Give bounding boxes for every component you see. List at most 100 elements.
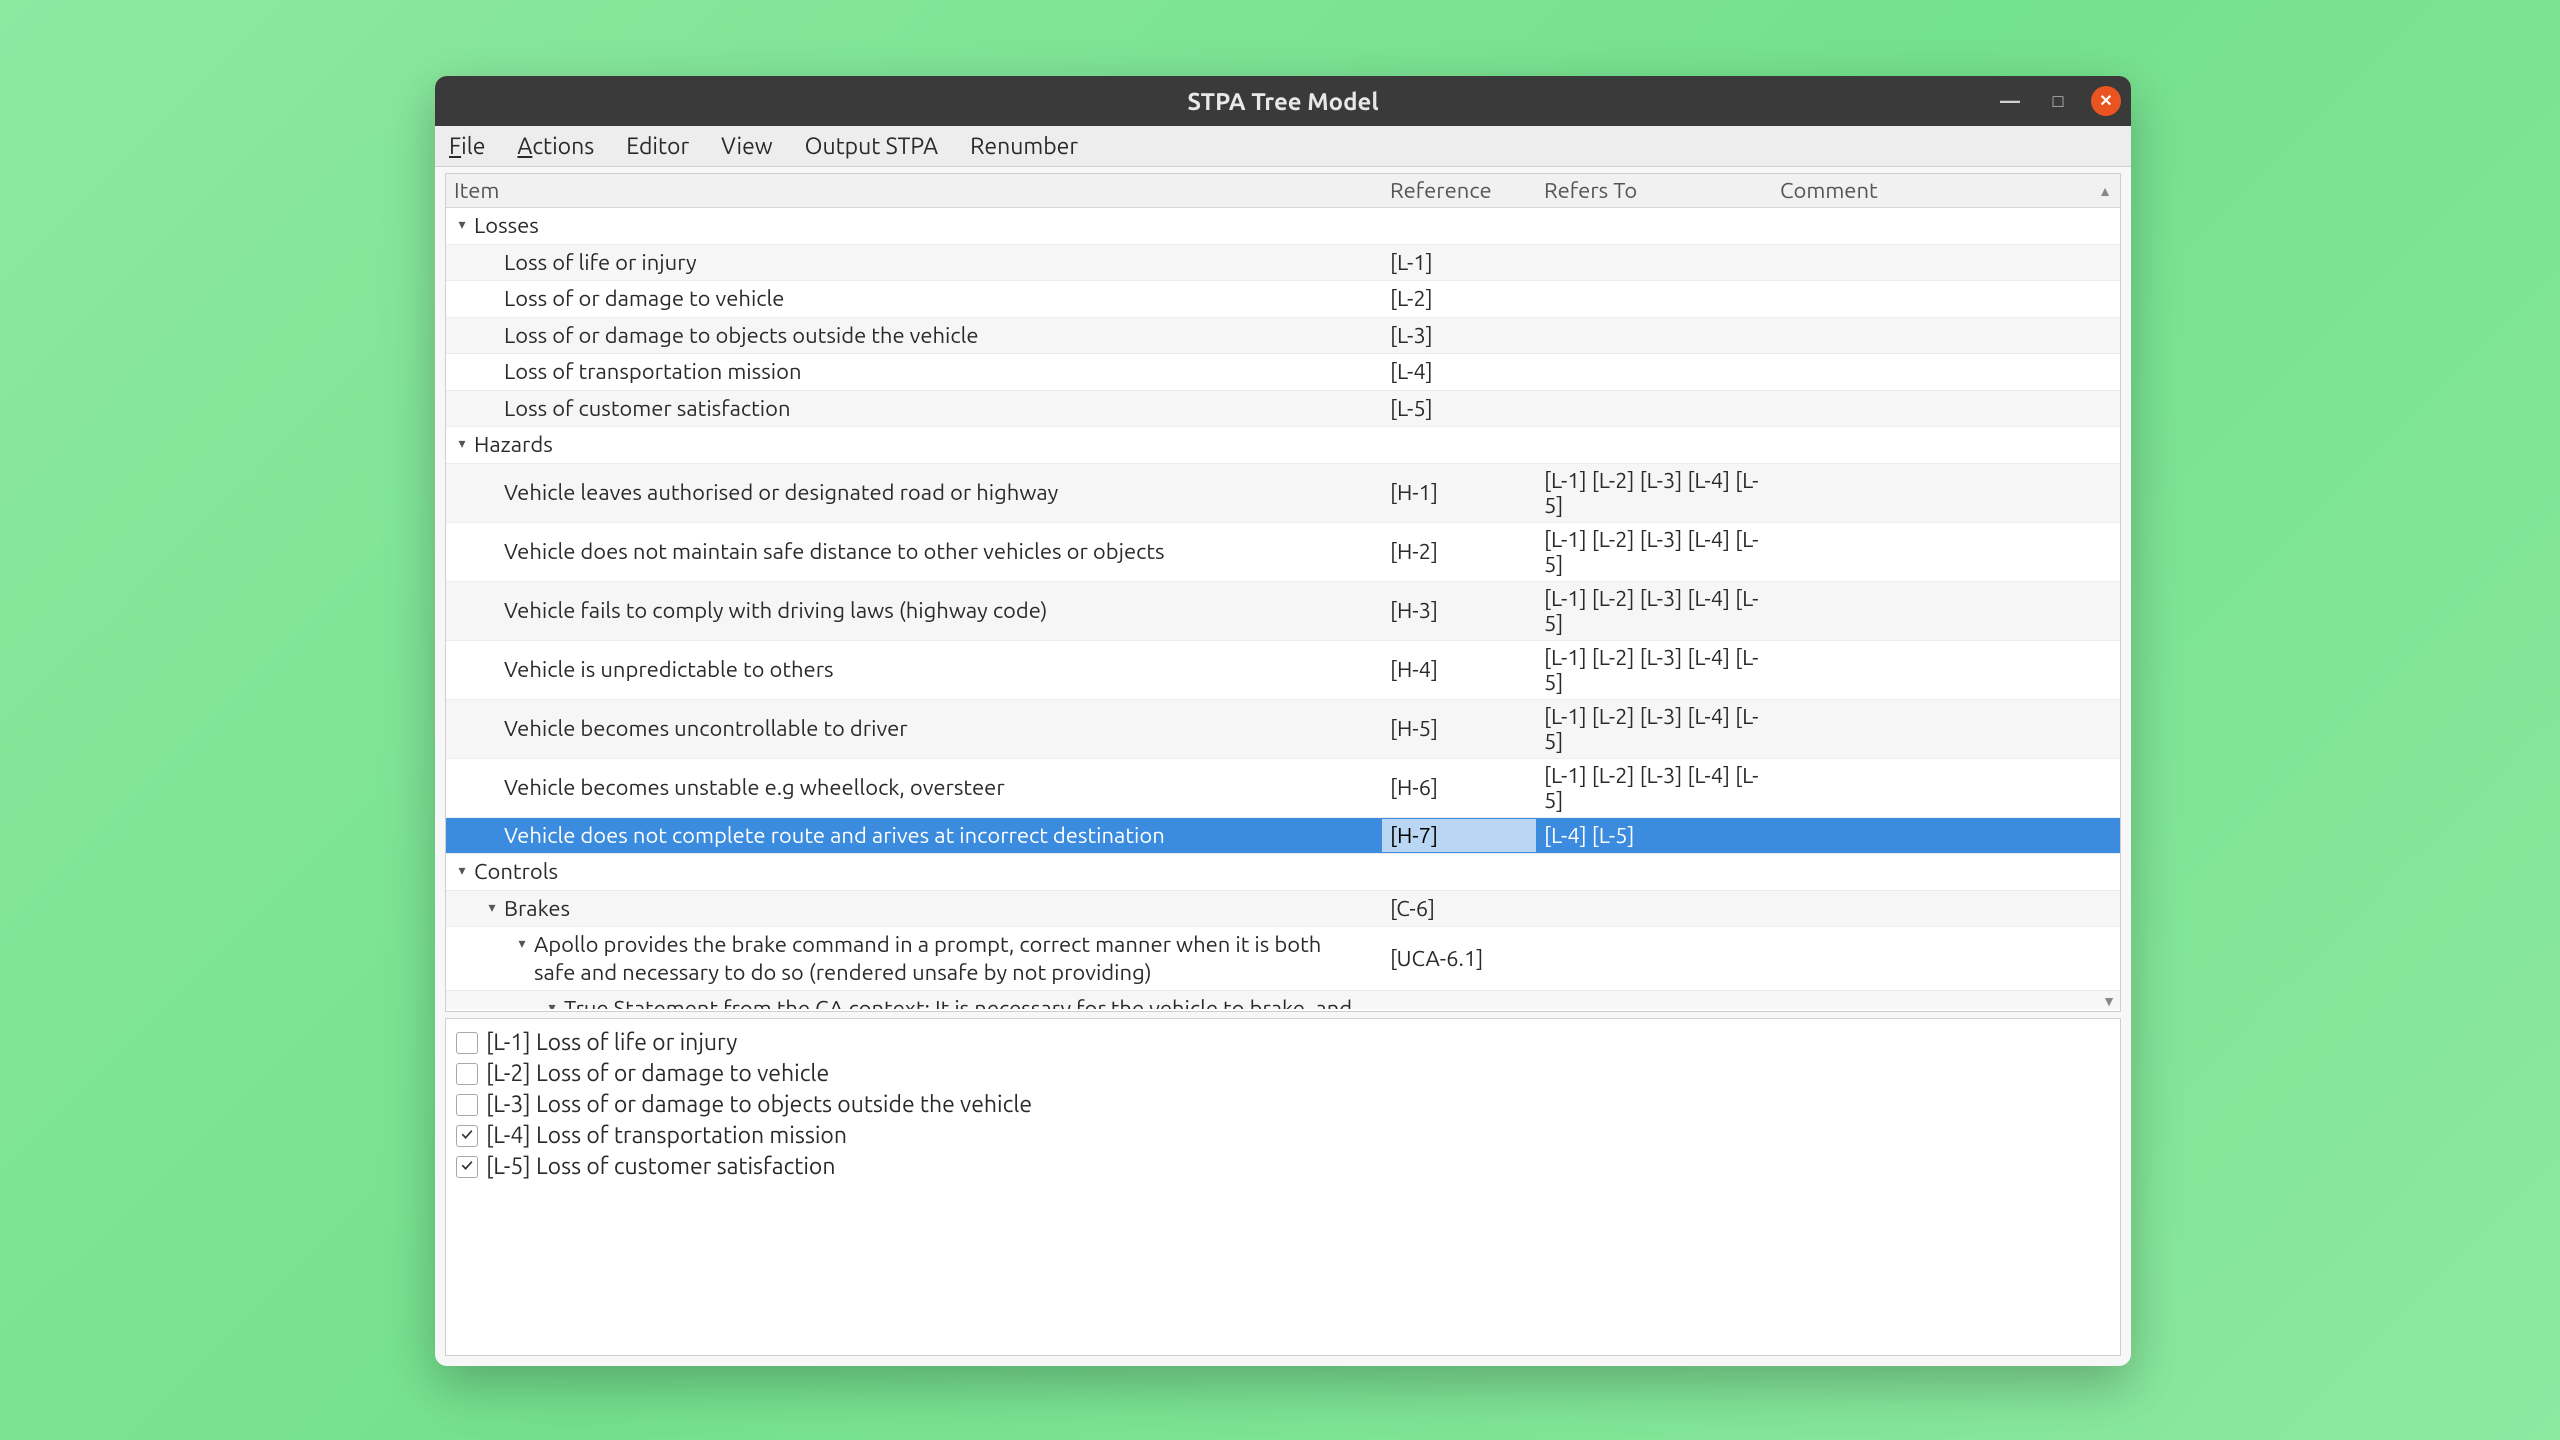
table-row[interactable]: Vehicle fails to comply with driving law… (446, 582, 2120, 641)
expander-down-icon[interactable]: ▾ (454, 862, 470, 880)
item-text: Losses (474, 212, 1374, 240)
table-row[interactable]: ▾Hazards (446, 427, 2120, 464)
loss-check-item[interactable]: [L-4] Loss of transportation mission (456, 1120, 2110, 1151)
menu-output-stpa[interactable]: Output STPA (801, 132, 942, 161)
item-text: Loss of life or injury (504, 249, 1374, 277)
table-row[interactable]: ▾Losses (446, 208, 2120, 245)
refers-to-cell: [L-1] [L-2] [L-3] [L-4] [L-5] (1536, 641, 1772, 699)
table-row[interactable]: Vehicle leaves authorised or designated … (446, 464, 2120, 523)
reference-cell: [TRUE-5] (1382, 1006, 1536, 1009)
loss-check-label: [L-5] Loss of customer satisfaction (486, 1151, 836, 1182)
item-cell: Vehicle fails to comply with driving law… (446, 593, 1382, 629)
item-cell: Loss of customer satisfaction (446, 391, 1382, 427)
table-body[interactable]: ▾LossesLoss of life or injury[L-1]Loss o… (446, 208, 2120, 1009)
refers-to-cell (1536, 904, 1772, 912)
comment-cell (1772, 955, 2090, 963)
comment-cell (1772, 831, 2090, 839)
checkbox[interactable] (456, 1063, 478, 1085)
checkbox[interactable] (456, 1125, 478, 1147)
titlebar[interactable]: STPA Tree Model (435, 76, 2131, 126)
expander-down-icon[interactable]: ▾ (484, 899, 500, 917)
expander-down-icon[interactable]: ▾ (454, 435, 470, 453)
item-text: Vehicle does not maintain safe distance … (504, 538, 1374, 566)
menu-renumber[interactable]: Renumber (966, 132, 1082, 161)
comment-cell (1772, 222, 2090, 230)
comment-cell (1772, 258, 2090, 266)
table-row[interactable]: Vehicle does not maintain safe distance … (446, 523, 2120, 582)
table-row[interactable]: ▾True Statement from the CA context: It … (446, 991, 2120, 1009)
table-row[interactable]: Loss of customer satisfaction[L-5] (446, 391, 2120, 428)
comment-cell (1772, 295, 2090, 303)
refers-to-cell (1536, 331, 1772, 339)
table-row[interactable]: Loss of or damage to vehicle[L-2] (446, 281, 2120, 318)
table-header: Item Reference Refers To Comment ▲ (446, 174, 2120, 208)
menu-editor[interactable]: Editor (622, 132, 693, 161)
expander-down-icon[interactable]: ▾ (514, 935, 530, 953)
refers-to-cell (1536, 404, 1772, 412)
refers-to-cell: [L-1] [L-2] [L-3] [L-4] [L-5] (1536, 464, 1772, 522)
loss-check-item[interactable]: [L-5] Loss of customer satisfaction (456, 1151, 2110, 1182)
table-row[interactable]: ▾Controls (446, 854, 2120, 891)
reference-cell: [H-5] (1382, 712, 1536, 745)
reference-cell: [H-7] (1382, 819, 1536, 852)
item-cell: Vehicle leaves authorised or designated … (446, 475, 1382, 511)
column-reference[interactable]: Reference (1382, 174, 1536, 207)
loss-check-item[interactable]: [L-3] Loss of or damage to objects outsi… (456, 1089, 2110, 1120)
item-text: Vehicle is unpredictable to others (504, 656, 1374, 684)
loss-checklist-pane: [L-1] Loss of life or injury[L-2] Loss o… (445, 1018, 2121, 1356)
table-row[interactable]: ▾Brakes[C-6] (446, 891, 2120, 928)
table-row[interactable]: Loss of life or injury[L-1] (446, 245, 2120, 282)
item-cell: Vehicle becomes unstable e.g wheellock, … (446, 770, 1382, 806)
loss-check-label: [L-2] Loss of or damage to vehicle (486, 1058, 829, 1089)
scrollbar-up-icon[interactable]: ▲ (2090, 183, 2120, 199)
item-text: Loss of or damage to vehicle (504, 285, 1374, 313)
reference-cell: [L-4] (1382, 355, 1536, 388)
loss-check-item[interactable]: [L-2] Loss of or damage to vehicle (456, 1058, 2110, 1089)
maximize-button[interactable] (2043, 86, 2073, 116)
window-controls (1995, 76, 2121, 126)
comment-cell (1772, 868, 2090, 876)
scrollbar-down-icon[interactable]: ▼ (2102, 993, 2116, 1009)
item-text: Loss of customer satisfaction (504, 395, 1374, 423)
reference-cell (1382, 222, 1536, 230)
column-comment[interactable]: Comment (1772, 174, 2090, 207)
minimize-button[interactable] (1995, 86, 2025, 116)
table-row[interactable]: Vehicle becomes uncontrollable to driver… (446, 700, 2120, 759)
expander-down-icon[interactable]: ▾ (544, 999, 560, 1009)
column-item[interactable]: Item (446, 174, 1382, 207)
table-row[interactable]: Vehicle becomes unstable e.g wheellock, … (446, 759, 2120, 818)
table-row[interactable]: ▾Apollo provides the brake command in a … (446, 927, 2120, 991)
refers-to-cell: [L-1] [L-2] [L-3] [L-4] [L-5] (1536, 759, 1772, 817)
reference-cell (1382, 441, 1536, 449)
item-text: Controls (474, 858, 1374, 886)
table-row[interactable]: Vehicle is unpredictable to others[H-4][… (446, 641, 2120, 700)
menu-view[interactable]: View (717, 132, 776, 161)
refers-to-cell: [L-1] [L-2] [L-3] [L-4] [L-5] (1536, 700, 1772, 758)
checkbox[interactable] (456, 1032, 478, 1054)
loss-check-item[interactable]: [L-1] Loss of life or injury (456, 1027, 2110, 1058)
table-row[interactable]: Loss of or damage to objects outside the… (446, 318, 2120, 355)
checkbox[interactable] (456, 1156, 478, 1178)
comment-cell (1772, 331, 2090, 339)
loss-check-label: [L-4] Loss of transportation mission (486, 1120, 847, 1151)
comment-cell (1772, 404, 2090, 412)
checkbox[interactable] (456, 1094, 478, 1116)
close-button[interactable] (2091, 86, 2121, 116)
item-text: Vehicle becomes uncontrollable to driver (504, 715, 1374, 743)
expander-down-icon[interactable]: ▾ (454, 216, 470, 234)
table-row[interactable]: Vehicle does not complete route and ariv… (446, 818, 2120, 855)
table-row[interactable]: Loss of transportation mission [L-4] (446, 354, 2120, 391)
menu-file[interactable]: File (445, 132, 489, 161)
refers-to-cell (1536, 222, 1772, 230)
comment-cell (1772, 725, 2090, 733)
loss-check-label: [L-1] Loss of life or injury (486, 1027, 737, 1058)
refers-to-cell (1536, 295, 1772, 303)
column-refers-to[interactable]: Refers To (1536, 174, 1772, 207)
item-text: Loss of or damage to objects outside the… (504, 322, 1374, 350)
item-cell: Vehicle does not complete route and ariv… (446, 818, 1382, 854)
item-text: Loss of transportation mission (504, 358, 1374, 386)
item-cell: ▾Apollo provides the brake command in a … (446, 927, 1382, 990)
tree-table: Item Reference Refers To Comment ▲ ▾Loss… (445, 173, 2121, 1012)
reference-cell: [C-6] (1382, 892, 1536, 925)
menu-actions[interactable]: Actions (513, 132, 598, 161)
